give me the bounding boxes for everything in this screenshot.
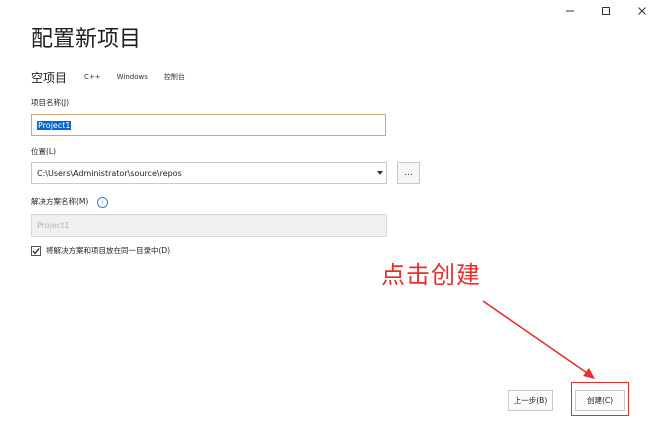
back-button[interactable]: 上一步(B): [508, 390, 553, 411]
annotation-arrow: [482, 300, 595, 379]
create-highlight-box: [571, 382, 629, 416]
